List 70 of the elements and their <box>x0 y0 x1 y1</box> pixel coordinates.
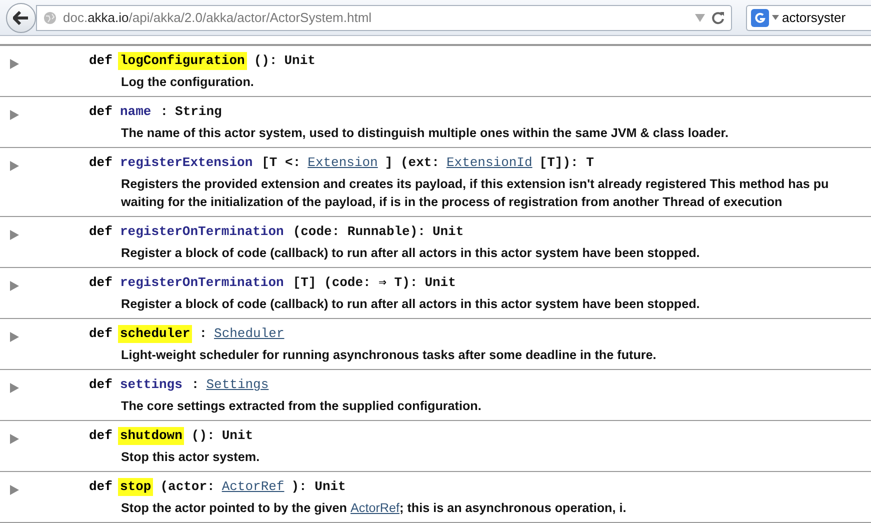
dropdown-icon[interactable] <box>772 15 779 20</box>
expand-arrow-icon[interactable] <box>10 230 19 240</box>
highlighted-method-name: logConfiguration <box>118 52 247 70</box>
highlighted-method-name: scheduler <box>118 325 192 343</box>
expand-arrow-icon[interactable] <box>10 434 19 444</box>
signature-text: (): <box>191 427 215 445</box>
method-description: The core settings extracted from the supplied configuration. <box>121 398 482 415</box>
globe-icon <box>43 10 57 24</box>
type-link[interactable]: Extension <box>308 154 378 172</box>
signature-text: : <box>191 376 200 394</box>
method-description: Register a block of code (callback) to run after all actors in this actor system have been stopped. <box>121 245 700 262</box>
expand-arrow-icon[interactable] <box>10 59 19 69</box>
method-name: registerOnTermination <box>119 223 285 241</box>
method-description: The name of this actor system, used to distinguish multiple ones within the same JVM & class loader. <box>121 125 728 142</box>
signature-text: String <box>175 103 222 121</box>
method-description: Registers the provided extension and creates its payload, if this extension isn't already registered This method has pu <box>121 176 829 193</box>
expand-arrow-icon[interactable] <box>10 332 19 342</box>
signature-text: Unit <box>222 427 254 445</box>
keyword: def <box>89 223 113 241</box>
method-description: Stop the actor pointed to by the given ActorRef; this is an asynchronous operation, i. <box>121 500 626 517</box>
method-name: settings <box>119 376 184 394</box>
expand-arrow-icon[interactable] <box>10 161 19 171</box>
signature-text: ] (ext: <box>384 154 440 172</box>
signature-text: (): <box>254 52 278 70</box>
method-description: Register a block of code (callback) to run after all actors in this actor system have been stopped. <box>121 296 700 313</box>
method-description: Log the configuration. <box>121 74 255 91</box>
method-name: name <box>119 103 152 121</box>
expand-arrow-icon[interactable] <box>10 383 19 393</box>
keyword: def <box>89 274 113 292</box>
expand-arrow-icon[interactable] <box>10 281 19 291</box>
type-link[interactable]: Scheduler <box>214 325 284 343</box>
method-name: registerOnTermination <box>119 274 285 292</box>
keyword: def <box>89 154 113 172</box>
expand-arrow-icon[interactable] <box>10 485 19 495</box>
keyword: def <box>89 478 113 496</box>
signature-text: (code: Runnable): <box>292 223 426 241</box>
method-description: waiting for the initialization of the payload, if is in the process of registration from another Thread of execution <box>121 194 784 211</box>
reload-icon[interactable] <box>711 10 725 24</box>
method-description: Light-weight scheduler for running asynchronous tasks after some deadline in the future. <box>121 347 656 364</box>
signature-text: ): Unit <box>291 478 346 496</box>
highlighted-method-name: shutdown <box>118 427 184 445</box>
expand-arrow-icon[interactable] <box>10 110 19 120</box>
signature-text: : <box>199 325 208 343</box>
signature-text: [T] (code: ⇒ T): <box>292 274 418 292</box>
search-box[interactable]: actorsyster <box>746 4 871 30</box>
signature-text: : <box>160 103 168 121</box>
url-text: doc.akka.io/api/akka/2.0/akka/actor/ActorSystem.html <box>63 10 373 25</box>
dropdown-icon[interactable] <box>695 14 705 22</box>
signature-text: [T <: <box>262 154 301 172</box>
signature-text: Unit <box>284 52 316 70</box>
type-link[interactable]: ActorRef <box>350 501 400 515</box>
signature-text: Unit <box>432 223 464 241</box>
keyword: def <box>89 52 113 70</box>
signature-text: Unit <box>424 274 456 292</box>
back-button[interactable] <box>6 2 36 32</box>
google-icon <box>751 8 769 26</box>
method-name: registerExtension <box>119 154 254 172</box>
type-link[interactable]: ExtensionId <box>446 154 532 172</box>
signature-text: (actor: <box>160 478 215 496</box>
type-link[interactable]: ActorRef <box>222 478 284 496</box>
keyword: def <box>89 325 113 343</box>
method-description: Stop this actor system. <box>121 449 260 466</box>
signature-text: [T]): T <box>539 154 594 172</box>
address-bar[interactable]: doc.akka.io/api/akka/2.0/akka/actor/ActorSystem.html <box>36 4 732 30</box>
type-link[interactable]: Settings <box>206 376 269 394</box>
keyword: def <box>89 376 113 394</box>
keyword: def <box>89 103 113 121</box>
back-arrow-icon <box>13 10 29 24</box>
highlighted-method-name: stop <box>118 478 154 496</box>
keyword: def <box>89 427 113 445</box>
